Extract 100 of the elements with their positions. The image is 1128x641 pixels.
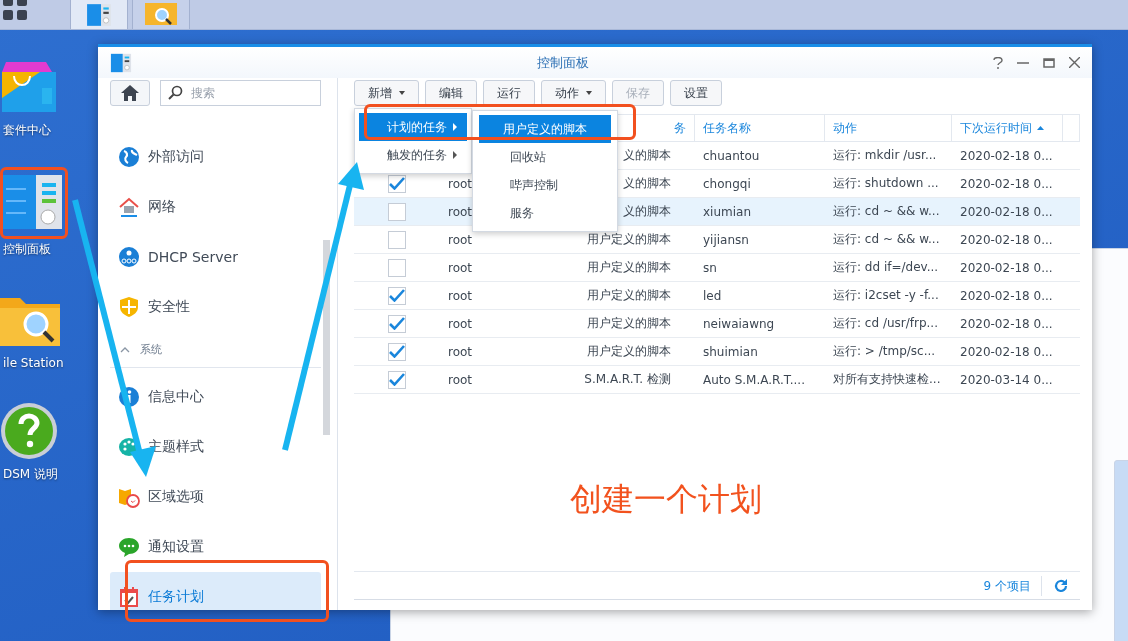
refresh-icon	[1054, 578, 1068, 593]
table-cell: root	[448, 232, 473, 247]
desktop-icon-label: 套件中心	[2, 122, 51, 139]
checkbox[interactable]	[388, 202, 406, 221]
check-icon	[389, 177, 405, 190]
table-cell: 运行: dd if=/dev...	[833, 260, 939, 274]
globe-icon	[118, 146, 140, 168]
table-cell: 用户定义的脚本	[587, 288, 671, 302]
menu-item[interactable]: 回收站	[479, 143, 611, 171]
toolbar-button[interactable]: 新增	[354, 80, 419, 106]
window-title: 控制面板	[535, 53, 590, 72]
table-cell: Auto S.M.A.R.T....	[703, 372, 805, 387]
sidebar-item[interactable]: 区域选项	[110, 472, 321, 522]
checkbox[interactable]	[388, 314, 406, 333]
maximize-icon[interactable]	[1043, 57, 1055, 68]
table-cell: 2020-02-18 0...	[960, 148, 1053, 163]
check-icon	[389, 289, 405, 302]
sidebar-item[interactable]: DHCP Server	[110, 232, 321, 282]
table-cell: chuantou	[703, 148, 760, 163]
table-cell: 运行: i2cset -y -f...	[833, 288, 939, 302]
table-cell: 用户定义的脚本	[587, 316, 671, 330]
checkbox[interactable]	[388, 342, 406, 361]
table-cell: sn	[703, 260, 717, 275]
taskbar-button[interactable]	[132, 0, 190, 29]
sidebar-item[interactable]: 安全性	[110, 282, 321, 332]
collapse-caret-icon[interactable]	[120, 346, 130, 353]
annotation-caption: 创建一个计划	[570, 479, 762, 520]
desktop-icon-label: ile Station	[2, 356, 64, 370]
table-cell: 2020-02-18 0...	[960, 204, 1053, 219]
column-header[interactable]: 任务名称	[703, 119, 751, 137]
shield-icon	[118, 296, 140, 318]
table-cell: 义的脚本	[623, 204, 671, 218]
table-cell: 2020-03-14 0...	[960, 372, 1053, 387]
sidebar-item[interactable]: 信息中心	[110, 372, 321, 422]
checkbox[interactable]	[388, 258, 406, 277]
sidebar-item[interactable]: 通知设置	[110, 522, 321, 572]
table-cell: chongqi	[703, 176, 751, 191]
house-icon	[118, 196, 140, 218]
control-panel-icon	[110, 51, 132, 74]
table-cell: 对所有支持快速检...	[833, 372, 941, 386]
desktop-icon-label: 控制面板	[2, 241, 51, 258]
menu-item[interactable]: 哔声控制	[479, 171, 611, 199]
table-cell: 2020-02-18 0...	[960, 232, 1053, 247]
table-cell: 2020-02-18 0...	[960, 344, 1053, 359]
table-cell: 用户定义的脚本	[587, 260, 671, 274]
table-cell: 运行: cd ~ && w...	[833, 232, 940, 246]
toolbar-button[interactable]: 运行	[483, 80, 535, 106]
folder-magnifier-icon	[145, 2, 177, 27]
scrollbar[interactable]	[323, 240, 330, 435]
help-icon[interactable]	[993, 56, 1003, 69]
table-cell: led	[703, 288, 722, 303]
table-cell: root	[448, 372, 473, 387]
info-icon	[118, 386, 140, 408]
network-nodes-icon	[118, 246, 140, 268]
table-cell: 用户定义的脚本	[587, 232, 671, 246]
home-button[interactable]	[110, 80, 150, 106]
checkbox[interactable]	[388, 174, 406, 193]
table-cell: 运行: shutdown ...	[833, 176, 939, 190]
sidebar-item[interactable]: 外部访问	[110, 132, 321, 182]
table-cell: 2020-02-18 0...	[960, 288, 1053, 303]
table-cell: S.M.A.R.T. 检测	[584, 372, 671, 386]
table-cell: root	[448, 344, 473, 359]
table-cell: shuimian	[703, 344, 758, 359]
table-cell: xiumian	[703, 204, 752, 219]
search-icon	[168, 85, 183, 100]
table-cell: 运行: cd ~ && w...	[833, 204, 940, 218]
table-cell: 2020-02-18 0...	[960, 260, 1053, 275]
taskbar-button[interactable]	[70, 0, 128, 29]
check-icon	[389, 345, 405, 358]
sidebar-item[interactable]: 任务计划	[110, 572, 321, 610]
sidebar-item[interactable]: 网络	[110, 182, 321, 232]
close-icon[interactable]	[1069, 57, 1080, 68]
column-header[interactable]: 务	[674, 119, 686, 137]
table-cell: yijiansn	[703, 232, 749, 247]
search-field[interactable]: 搜索	[160, 80, 321, 106]
home-icon	[121, 85, 139, 101]
menu-item[interactable]: 服务	[479, 199, 611, 227]
table-cell: 2020-02-18 0...	[960, 176, 1053, 191]
section-header: 系统	[140, 342, 162, 357]
table-cell: 义的脚本	[623, 148, 671, 162]
table-cell: root	[448, 204, 473, 219]
checkbox[interactable]	[388, 286, 406, 305]
help-icon[interactable]	[0, 402, 58, 460]
checkbox[interactable]	[388, 370, 406, 389]
desktop-icon-label: DSM 说明	[2, 466, 59, 483]
column-header[interactable]: 下次运行时间	[960, 119, 1032, 137]
toolbar-button[interactable]: 设置	[670, 80, 722, 106]
menu-item[interactable]: 触发的任务	[359, 141, 467, 169]
toolbar-button[interactable]: 动作	[541, 80, 606, 106]
table-cell: neiwaiawng	[703, 316, 775, 331]
table-cell: 用户定义的脚本	[587, 344, 671, 358]
table-cell: 2020-02-18 0...	[960, 316, 1053, 331]
table-cell: root	[448, 260, 473, 275]
checkbox[interactable]	[388, 230, 406, 249]
table-cell: root	[448, 288, 473, 303]
table-cell: 运行: cd /usr/frp...	[833, 316, 938, 330]
column-header[interactable]: 动作	[833, 119, 857, 137]
map-clock-icon	[118, 486, 140, 508]
table-cell: 运行: mkdir /usr...	[833, 148, 937, 162]
toolbar-button[interactable]: 编辑	[425, 80, 477, 106]
